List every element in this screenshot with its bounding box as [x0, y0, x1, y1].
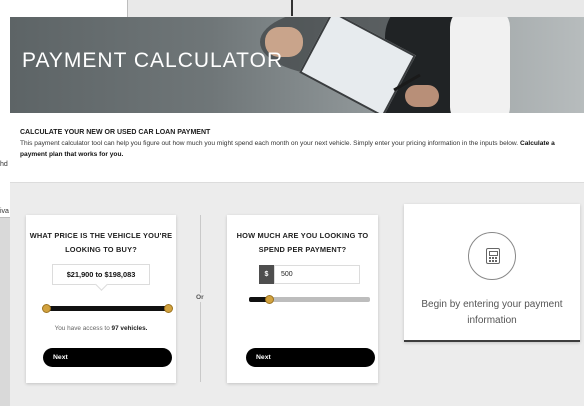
price-range-label: $21,900 to $198,083 [52, 264, 150, 285]
payment-question: HOW MUCH ARE YOU LOOKING TO SPEND PER PA… [236, 231, 369, 254]
price-panel: WHAT PRICE IS THE VEHICLE YOU'RE LOOKING… [26, 215, 176, 383]
result-panel: Begin by entering your payment informati… [404, 204, 580, 342]
intro-body: This payment calculator tool can help yo… [20, 140, 520, 147]
payment-next-button[interactable]: Next [246, 348, 375, 367]
dollar-sign-icon: $ [259, 265, 274, 284]
background-divider [291, 0, 293, 16]
background-text-fragment: iva [0, 208, 9, 215]
price-slider-track[interactable] [47, 306, 169, 311]
price-next-button[interactable]: Next [43, 348, 172, 367]
calculator-icon [486, 248, 500, 264]
background-strip [128, 0, 584, 17]
background-text-fragment: hd [0, 161, 8, 168]
page-title: PAYMENT CALCULATOR [22, 49, 284, 72]
calculator-icon-circle [468, 232, 516, 280]
price-slider-min-handle[interactable] [42, 304, 51, 313]
hero-banner: PAYMENT CALCULATOR [10, 17, 584, 113]
price-slider-max-handle[interactable] [164, 304, 173, 313]
intro-text: This payment calculator tool can help yo… [20, 138, 575, 160]
or-label: Or [194, 293, 206, 302]
access-prefix: You have access to [54, 325, 112, 332]
payment-panel: HOW MUCH ARE YOU LOOKING TO SPEND PER PA… [227, 215, 378, 383]
intro-section: CALCULATE YOUR NEW OR USED CAR LOAN PAYM… [10, 113, 584, 183]
vehicle-access-text: You have access to 97 vehicles. [26, 325, 176, 332]
hero-person-shirt [450, 17, 510, 113]
price-question: WHAT PRICE IS THE VEHICLE YOU'RE LOOKING… [29, 231, 173, 254]
result-message: Begin by entering your payment informati… [421, 299, 563, 326]
payment-calculator-modal: PAYMENT CALCULATOR CALCULATE YOUR NEW OR… [10, 17, 584, 406]
hero-hand [405, 85, 439, 107]
vehicle-count: 97 vehicles. [111, 325, 148, 332]
intro-heading: CALCULATE YOUR NEW OR USED CAR LOAN PAYM… [20, 129, 211, 136]
payment-slider-handle[interactable] [265, 295, 274, 304]
payment-amount-input[interactable]: 500 [274, 265, 360, 284]
